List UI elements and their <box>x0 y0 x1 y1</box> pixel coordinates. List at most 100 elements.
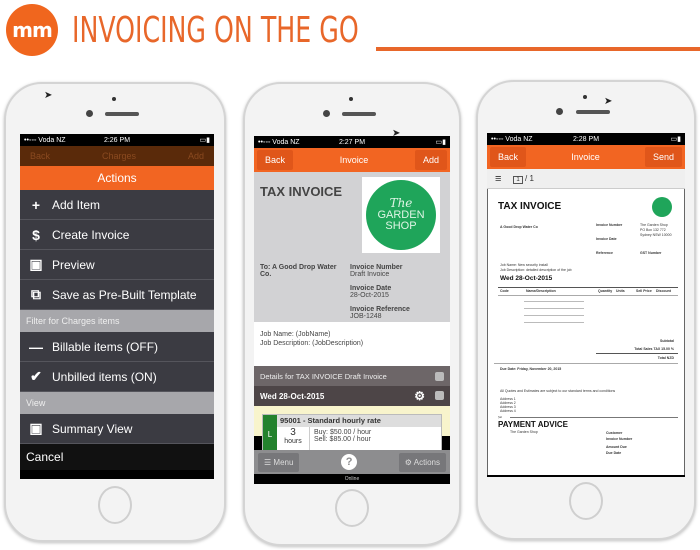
menu-label: Menu <box>273 457 294 467</box>
actions-sheet-title: Actions <box>20 166 214 190</box>
company-line: PO Box 132 772 <box>640 228 666 232</box>
total-label: Total NZD <box>657 356 674 360</box>
field-value: JOB-1248 <box>350 313 382 320</box>
action-preview[interactable]: ▣ Preview <box>20 250 214 280</box>
dimmed-navbar: Back Charges Add <box>20 146 214 166</box>
back-button[interactable]: Back <box>257 150 294 170</box>
details-bar[interactable]: Details for TAX INVOICE Draft Invoice <box>254 366 450 386</box>
charge-item[interactable]: L 95001 - Standard hourly rate 3 hours B… <box>262 414 442 454</box>
page-indicator: 1 / 1 <box>513 174 534 184</box>
logo-glyph-2: m <box>32 18 53 42</box>
cut-line <box>510 417 678 418</box>
field-value: 28-Oct-2015 <box>350 292 389 299</box>
charge-type-badge: L <box>263 415 277 453</box>
home-button[interactable] <box>335 489 369 527</box>
bill-to: To: A Good Drop Water Co. <box>260 264 337 278</box>
tax-label: Total Sales TAX 15.00 % <box>634 347 674 351</box>
hamburger-icon: ☰ <box>264 457 274 467</box>
view-summary[interactable]: ▣ Summary View <box>20 414 214 444</box>
charge-title: 95001 - Standard hourly rate <box>277 415 441 427</box>
divider <box>596 353 678 354</box>
speaker-grille <box>342 112 376 116</box>
payment-advice-heading: PAYMENT ADVICE <box>498 420 568 429</box>
buy-price: Buy: $50.00 / hour <box>314 429 372 436</box>
field-label: Invoice Reference <box>350 306 410 313</box>
view-section-header: View <box>20 392 214 414</box>
filter-label: Billable items (OFF) <box>52 339 159 354</box>
action-label: Save as Pre-Built Template <box>52 287 197 302</box>
line-item-placeholder <box>524 301 584 302</box>
payment-label: Invoice Number <box>606 437 633 441</box>
proximity-sensor <box>349 97 353 101</box>
gst-number-label: GST Number <box>640 251 662 255</box>
line-item-placeholder <box>524 322 584 323</box>
dash-icon: — <box>29 338 43 355</box>
back-button[interactable]: Back <box>490 147 527 167</box>
field-label: Invoice Date <box>350 285 392 292</box>
doc-title: TAX INVOICE <box>260 184 343 199</box>
divider <box>494 363 678 364</box>
col-quantity: Quantity <box>598 289 613 293</box>
filter-unbilled-items[interactable]: ✔ Unbilled items (ON) <box>20 362 214 392</box>
garden-shop-logo: The GARDEN SHOP <box>366 180 436 250</box>
date-checkbox[interactable] <box>435 391 444 400</box>
job-line: Job Name: New security install <box>500 263 548 267</box>
actions-label: Actions <box>413 457 440 467</box>
gear-icon[interactable]: ⚙ <box>414 389 425 403</box>
job-info: Job Name: (JobName) Job Description: (Jo… <box>254 322 450 366</box>
invoice-pdf: TAX INVOICE A Good Drop Water Co Invoice… <box>487 189 685 475</box>
navbar: Back Invoice Add <box>254 148 450 172</box>
front-camera <box>323 110 330 117</box>
mouse-cursor: ➤ <box>392 128 401 139</box>
subtotal-label: Subtotal <box>660 339 674 343</box>
customer-name: A Good Drop Water Co <box>500 225 538 229</box>
add-button[interactable]: Add <box>414 150 447 170</box>
action-add-item[interactable]: + Add Item <box>20 190 214 220</box>
invoice-date-label: Invoice Date <box>596 237 617 241</box>
phone-2-screen: ••◦◦◦ Voda NZ 2:27 PM ▭▮ Back Invoice Ad… <box>254 136 450 484</box>
check-icon: ✔ <box>30 368 42 384</box>
details-checkbox[interactable] <box>435 371 444 381</box>
back-button: Back <box>30 151 51 161</box>
invoice-number-label: Invoice Number <box>596 223 623 227</box>
company-line: Sydney NSW 10000 <box>640 233 672 237</box>
bottom-toolbar: ☰ Menu ? ⚙ Actions <box>254 450 450 474</box>
pdf-toolbar: ≡ 1 / 1 <box>487 169 685 189</box>
filter-billable-items[interactable]: — Billable items (OFF) <box>20 332 214 362</box>
preview-icon: ▣ <box>29 256 43 272</box>
action-save-template[interactable]: ⧉ Save as Pre-Built Template <box>20 280 214 310</box>
date-heading: Wed 28-Oct-2015 <box>500 275 553 282</box>
payment-label: Due Date <box>606 451 622 455</box>
actions-button[interactable]: ⚙ Actions <box>398 452 446 472</box>
status-bar: ••◦◦◦ Voda NZ 2:28 PM ▭▮ <box>487 133 685 145</box>
cancel-button[interactable]: Cancel <box>20 444 214 470</box>
action-create-invoice[interactable]: $ Create Invoice <box>20 220 214 250</box>
filter-section-header: Filter for Charges items <box>20 310 214 332</box>
page-total: / 1 <box>525 174 534 183</box>
send-button[interactable]: Send <box>644 147 682 167</box>
view-label: Summary View <box>52 421 133 436</box>
status-bar: ••◦◦◦ Voda NZ 2:27 PM ▭▮ <box>254 136 450 148</box>
page-input[interactable]: 1 <box>513 176 523 184</box>
brand-logo: mm <box>6 4 58 56</box>
col-sell-price: Sell Price <box>636 289 652 293</box>
phone-1-screen: ••◦◦◦ Voda NZ 2:26 PM ▭▮ Back Charges Ad… <box>20 134 214 479</box>
terms: All Quotes and Estimates are subject to … <box>500 389 616 393</box>
due-date: Due Date: Friday, November 20, 2015 <box>500 367 562 371</box>
field-label: Invoice Number <box>350 264 403 271</box>
charges-list: L 95001 - Standard hourly rate 3 hours B… <box>254 406 450 454</box>
phone-3-screen: ••◦◦◦ Voda NZ 2:28 PM ▭▮ Back Invoice Se… <box>487 133 685 477</box>
job-description: Job Description: (JobDescription) <box>260 340 364 348</box>
menu-button[interactable]: ☰ Menu <box>258 452 300 472</box>
home-button[interactable] <box>98 486 132 524</box>
phone-3: ••◦◦◦ Voda NZ 2:28 PM ▭▮ Back Invoice Se… <box>476 80 696 540</box>
help-button[interactable]: ? <box>341 454 358 470</box>
home-button[interactable] <box>569 482 603 520</box>
menu-icon[interactable]: ≡ <box>495 173 501 185</box>
mouse-cursor: ➤ <box>44 90 53 101</box>
logo-glyph: m <box>12 18 33 42</box>
plus-icon: + <box>31 196 41 213</box>
online-status: Online <box>254 474 450 484</box>
invoice-header: TAX INVOICE The GARDEN SHOP To: A Good D… <box>254 172 450 322</box>
clock: 2:26 PM <box>103 136 131 144</box>
